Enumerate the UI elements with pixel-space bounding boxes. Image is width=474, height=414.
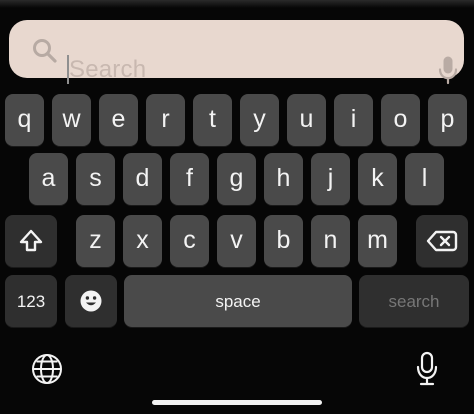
key-label: d [135, 163, 150, 192]
emoji-key[interactable] [65, 275, 117, 327]
key-label: z [89, 225, 102, 254]
key-n[interactable]: n [311, 215, 350, 267]
key-label: r [161, 104, 170, 133]
key-label: o [393, 104, 408, 133]
emoji-icon [80, 290, 102, 312]
key-e[interactable]: e [99, 94, 138, 146]
key-r[interactable]: r [146, 94, 185, 146]
key-l[interactable]: l [405, 153, 444, 205]
top-edge [0, 0, 474, 8]
key-b[interactable]: b [264, 215, 303, 267]
key-label: v [230, 225, 243, 254]
key-label: w [62, 104, 81, 133]
key-x[interactable]: x [123, 215, 162, 267]
key-w[interactable]: w [52, 94, 91, 146]
delete-icon [426, 230, 458, 252]
shift-icon [19, 229, 43, 252]
ios-keyboard-screen: Search q w e r t y u i o p a s d f g h j k l z x c v b nm 123 sp… [0, 0, 474, 414]
key-label: j [327, 163, 334, 192]
key-label: x [136, 225, 149, 254]
key-o[interactable]: o [381, 94, 420, 146]
key-u[interactable]: u [287, 94, 326, 146]
key-k[interactable]: k [358, 153, 397, 205]
key-m[interactable]: m [358, 215, 397, 267]
numbers-key[interactable]: 123 [5, 275, 57, 327]
key-label: u [299, 104, 314, 133]
key-p[interactable]: p [428, 94, 467, 146]
search-return-label: search [388, 291, 440, 311]
space-label: space [215, 291, 261, 311]
numbers-label: 123 [16, 291, 46, 311]
key-j[interactable]: j [311, 153, 350, 205]
key-label: k [371, 163, 384, 192]
delete-key[interactable] [416, 215, 468, 267]
search-icon [33, 39, 57, 63]
key-label: n [323, 225, 338, 254]
key-v[interactable]: v [217, 215, 256, 267]
key-g[interactable]: g [217, 153, 256, 205]
key-c[interactable]: c [170, 215, 209, 267]
key-label: b [276, 225, 291, 254]
home-indicator [152, 400, 322, 405]
key-y[interactable]: y [240, 94, 279, 146]
key-label: f [186, 163, 193, 192]
key-label: c [183, 225, 196, 254]
key-label: s [89, 163, 102, 192]
key-label: m [367, 225, 388, 254]
key-z[interactable]: z [76, 215, 115, 267]
key-label: t [209, 104, 216, 133]
key-label: l [421, 163, 428, 192]
key-t[interactable]: t [193, 94, 232, 146]
key-a[interactable]: a [29, 153, 68, 205]
search-placeholder: Search [69, 56, 147, 83]
key-label: g [229, 163, 244, 192]
key-label: i [350, 104, 357, 133]
key-label: h [276, 163, 291, 192]
space-key[interactable]: space [124, 275, 352, 327]
key-label: y [253, 104, 266, 133]
key-q[interactable]: q [5, 94, 44, 146]
key-f[interactable]: f [170, 153, 209, 205]
search-return-key[interactable]: search [359, 275, 469, 327]
mic-icon[interactable] [437, 55, 459, 85]
dictation-mic-icon[interactable] [413, 351, 441, 387]
key-s[interactable]: s [76, 153, 115, 205]
key-i[interactable]: i [334, 94, 373, 146]
key-label: a [41, 163, 56, 192]
key-label: e [111, 104, 126, 133]
key-h[interactable]: h [264, 153, 303, 205]
key-label: p [440, 104, 455, 133]
shift-key[interactable] [5, 215, 57, 267]
search-field[interactable]: Search [9, 20, 464, 85]
globe-icon[interactable] [31, 353, 63, 385]
key-d[interactable]: d [123, 153, 162, 205]
key-label: q [17, 104, 32, 133]
